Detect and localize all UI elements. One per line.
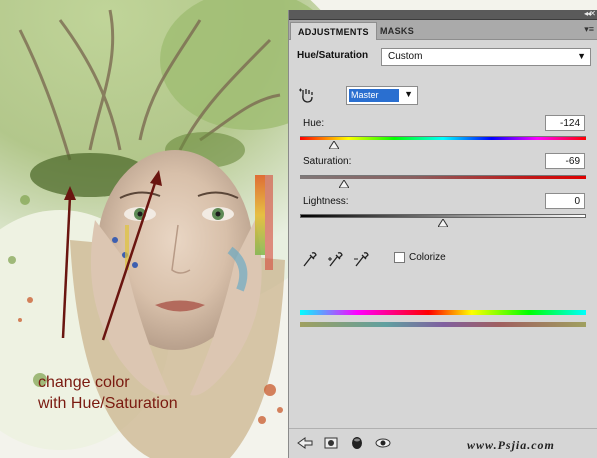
tab-adjustments[interactable]: ADJUSTMENTS (290, 22, 377, 40)
channel-dropdown[interactable]: Master ▼ (346, 86, 418, 105)
preset-dropdown[interactable]: Custom ▼ (381, 48, 591, 66)
layer-mask-icon[interactable] (349, 436, 365, 450)
caption-line-1: change color (38, 374, 130, 391)
hue-label: Hue: (303, 118, 325, 129)
saturation-slider-track[interactable] (300, 175, 586, 179)
hue-slider-track[interactable] (300, 136, 586, 140)
saturation-value-field[interactable]: -69 (545, 153, 585, 169)
saturation-label: Saturation: (303, 156, 352, 167)
panel-bottom-toolbar: www.Psjia.com (289, 428, 597, 458)
hue-slider-thumb[interactable] (329, 141, 340, 149)
lightness-value-field[interactable]: 0 (545, 193, 585, 209)
saturation-slider-thumb[interactable] (339, 180, 350, 188)
panel-menu-icon[interactable]: ▾≡ (584, 24, 594, 35)
visibility-icon[interactable] (375, 436, 391, 450)
eyedropper-icon[interactable] (301, 250, 317, 268)
panel-titlebar[interactable]: ◂◂ ✕ (289, 9, 597, 20)
preset-value: Custom (388, 51, 423, 62)
caption-line-2: with Hue/Saturation (38, 395, 178, 412)
hue-value-field[interactable]: -124 (545, 115, 585, 131)
watermark-text: www.Psjia.com (467, 438, 555, 452)
on-image-adjust-icon[interactable] (298, 86, 316, 104)
colorize-checkbox[interactable] (394, 252, 405, 263)
channel-value: Master (349, 89, 399, 102)
colorize-label: Colorize (409, 252, 446, 263)
lightness-slider-thumb[interactable] (438, 219, 448, 227)
panel-tabbar: ADJUSTMENTS MASKS ▾≡ (289, 20, 597, 40)
back-arrow-icon[interactable] (297, 436, 313, 450)
output-color-range-bar (300, 322, 586, 327)
lightness-slider-track[interactable] (300, 214, 586, 218)
lightness-label: Lightness: (303, 196, 349, 207)
artwork-caption: change color with Hue/Saturation (38, 372, 268, 414)
tab-masks[interactable]: MASKS (373, 22, 421, 40)
adjustments-panel: ◂◂ ✕ ADJUSTMENTS MASKS ▾≡ Hue/Saturation… (288, 9, 597, 458)
eyedropper-minus-icon[interactable] (353, 250, 369, 268)
adjustment-title: Hue/Saturation (297, 50, 369, 61)
clip-to-layer-icon[interactable] (323, 436, 339, 450)
chevron-down-icon: ▼ (404, 89, 413, 99)
input-color-range-bar (300, 310, 586, 315)
chevron-down-icon: ▼ (577, 51, 586, 61)
close-panel-icon[interactable]: ✕ (589, 9, 596, 18)
eyedropper-plus-icon[interactable] (327, 250, 343, 268)
